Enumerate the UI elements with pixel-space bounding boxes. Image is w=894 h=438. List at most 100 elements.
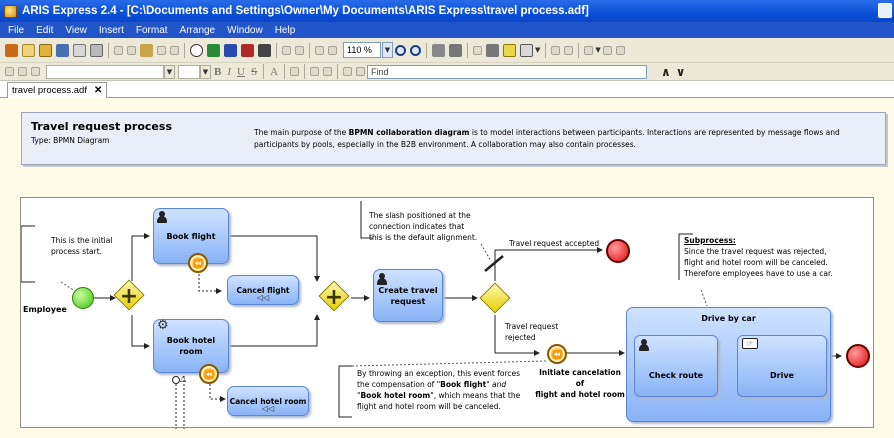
strikethrough-icon[interactable]: S bbox=[251, 66, 257, 78]
user-task-icon bbox=[639, 339, 649, 351]
numbered-list-icon[interactable] bbox=[323, 67, 333, 76]
find-next-icon[interactable]: ∨ bbox=[676, 65, 691, 79]
cut-icon[interactable] bbox=[114, 45, 123, 55]
align-center-icon[interactable] bbox=[18, 67, 27, 76]
insert-object-icon[interactable] bbox=[207, 43, 220, 57]
insert-image-icon[interactable] bbox=[241, 43, 254, 57]
annotation-slash[interactable]: The slash positioned at the connection i… bbox=[369, 210, 477, 243]
event-label-line: Initiate cancelation of bbox=[539, 368, 621, 388]
font-size-dropdown[interactable]: ▼ bbox=[200, 64, 211, 79]
undo-icon[interactable] bbox=[282, 45, 291, 55]
insert-table-icon[interactable] bbox=[224, 43, 237, 57]
menu-view[interactable]: View bbox=[59, 25, 93, 36]
menu-help[interactable]: Help bbox=[269, 25, 302, 36]
font-color-icon[interactable] bbox=[503, 43, 516, 57]
ungroup-icon[interactable] bbox=[615, 45, 625, 55]
highlight-icon[interactable] bbox=[473, 45, 482, 55]
annotation-line: connection indicates that bbox=[369, 222, 465, 231]
annotation-bold-text: Book flight bbox=[440, 380, 487, 389]
properties-icon[interactable] bbox=[190, 43, 203, 57]
annotation-start[interactable]: This is the initial process start. bbox=[51, 235, 112, 257]
arrange-icon[interactable] bbox=[584, 45, 594, 55]
pool-label: Employee bbox=[23, 305, 67, 314]
association-line bbox=[480, 243, 492, 262]
font-family-dropdown[interactable]: ▼ bbox=[164, 64, 175, 79]
toolbar-separator bbox=[545, 42, 547, 58]
fill-color-icon[interactable] bbox=[520, 43, 533, 57]
find-previous-icon[interactable]: ∧ bbox=[661, 65, 676, 79]
copy-icon[interactable] bbox=[127, 45, 136, 55]
task-label-line: request bbox=[390, 296, 426, 306]
association-line bbox=[351, 360, 547, 367]
spell-check-icon[interactable] bbox=[486, 43, 499, 57]
arrange-dropdown-icon[interactable]: ▼ bbox=[595, 46, 600, 54]
delete-icon[interactable] bbox=[157, 45, 166, 55]
forward-icon[interactable] bbox=[328, 45, 337, 55]
subprocess-label: Drive by car bbox=[701, 314, 756, 323]
print-preview-icon[interactable] bbox=[73, 43, 86, 57]
toolbar-separator bbox=[276, 42, 277, 58]
fill-dropdown-icon[interactable]: ▼ bbox=[535, 46, 540, 54]
menu-insert[interactable]: Insert bbox=[93, 25, 130, 36]
distribute-icon[interactable] bbox=[564, 45, 574, 55]
font-family-select[interactable] bbox=[46, 64, 164, 79]
save-icon[interactable] bbox=[56, 43, 69, 57]
back-icon[interactable] bbox=[315, 45, 324, 55]
zoom-input[interactable]: 110 % bbox=[343, 42, 381, 58]
zoom-dropdown-button[interactable]: ▼ bbox=[382, 42, 393, 58]
home-icon[interactable] bbox=[5, 43, 18, 57]
user-task-icon bbox=[157, 211, 167, 223]
align-left-icon[interactable] bbox=[5, 67, 14, 76]
annotation-subprocess[interactable]: Subprocess: Since the travel request was… bbox=[684, 235, 833, 279]
insert-symbol-icon[interactable] bbox=[258, 43, 271, 57]
format-painter-icon[interactable] bbox=[170, 45, 179, 55]
compensation-event-icon[interactable]: ⏪ bbox=[188, 253, 208, 273]
italic-icon[interactable]: I bbox=[227, 66, 231, 78]
menu-file[interactable]: File bbox=[2, 25, 30, 36]
paste-icon[interactable] bbox=[140, 43, 153, 57]
new-file-icon[interactable] bbox=[22, 43, 35, 57]
align-right-icon[interactable] bbox=[31, 67, 40, 76]
compensation-event-icon[interactable]: ⏪ bbox=[199, 364, 219, 384]
diagram-info-box[interactable]: Travel request process Type: BPMN Diagra… bbox=[21, 112, 886, 165]
grid-icon[interactable] bbox=[432, 43, 445, 57]
toolbar-separator bbox=[309, 42, 310, 58]
annotation-exception[interactable]: By throwing an exception, this event for… bbox=[357, 368, 520, 412]
group-icon[interactable] bbox=[602, 45, 612, 55]
menu-arrange[interactable]: Arrange bbox=[174, 25, 222, 36]
zoom-in-icon[interactable] bbox=[395, 44, 406, 56]
print-icon[interactable] bbox=[90, 43, 103, 57]
decrease-indent-icon[interactable] bbox=[343, 67, 353, 76]
compensation-association bbox=[209, 384, 226, 402]
compensation-throw-event-icon[interactable]: ⏪ bbox=[547, 344, 567, 364]
open-folder-icon[interactable] bbox=[39, 43, 52, 57]
text-color-icon[interactable]: A bbox=[270, 66, 278, 78]
window-control-button[interactable] bbox=[878, 3, 892, 18]
plus-icon: + bbox=[119, 284, 139, 309]
redo-icon[interactable] bbox=[295, 45, 304, 55]
message-marker-triangle-icon: △ bbox=[180, 374, 187, 383]
bulleted-list-icon[interactable] bbox=[310, 67, 320, 76]
end-event-final[interactable] bbox=[846, 344, 870, 368]
underline-icon[interactable]: U bbox=[237, 66, 245, 78]
increase-indent-icon[interactable] bbox=[356, 67, 366, 76]
start-event[interactable] bbox=[72, 287, 94, 309]
close-tab-icon[interactable]: ✕ bbox=[94, 85, 102, 96]
menu-format[interactable]: Format bbox=[130, 25, 174, 36]
bpmn-pool[interactable]: Employee This is the initial process sta… bbox=[20, 197, 874, 429]
end-event-accepted[interactable] bbox=[606, 239, 630, 263]
menu-window[interactable]: Window bbox=[221, 25, 269, 36]
menu-edit[interactable]: Edit bbox=[30, 25, 59, 36]
text-background-icon[interactable] bbox=[290, 67, 300, 76]
menu-bar: File Edit View Insert Format Arrange Win… bbox=[0, 22, 894, 38]
toolbar-separator bbox=[184, 42, 185, 58]
sequence-flow bbox=[131, 233, 150, 281]
align-icon[interactable] bbox=[551, 45, 561, 55]
bold-icon[interactable]: B bbox=[214, 66, 221, 78]
annotation-bracket bbox=[21, 225, 35, 283]
tree-icon[interactable] bbox=[449, 43, 462, 57]
find-input[interactable]: Find bbox=[367, 64, 648, 79]
tab-travel-process[interactable]: travel process.adf ✕ bbox=[7, 82, 108, 98]
font-size-select[interactable] bbox=[178, 64, 200, 79]
zoom-out-icon[interactable] bbox=[410, 44, 421, 56]
